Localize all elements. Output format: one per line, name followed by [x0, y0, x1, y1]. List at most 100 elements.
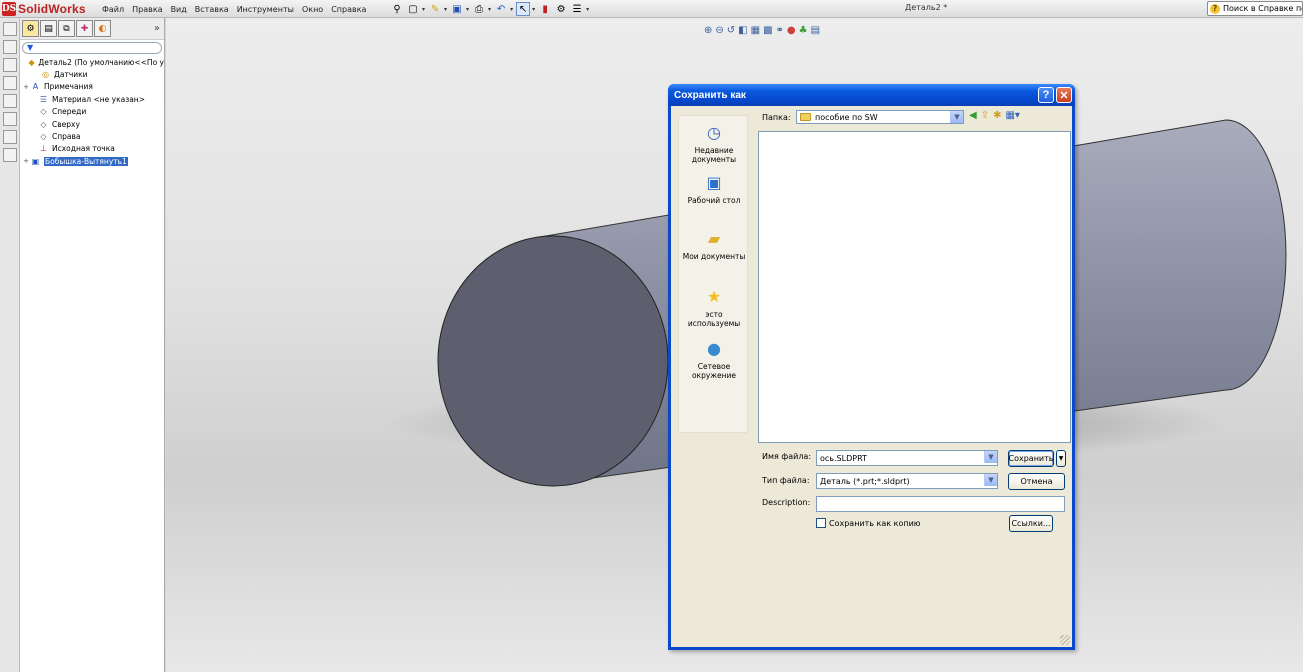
- print-icon[interactable]: ⎙: [472, 2, 486, 16]
- more-tabs-icon[interactable]: »: [154, 23, 160, 34]
- plane-icon: ◇: [40, 132, 47, 142]
- tree-item-label: Датчики: [54, 70, 88, 80]
- customize-dropdown-icon[interactable]: ▾: [586, 6, 589, 13]
- undo-icon[interactable]: ↶: [494, 2, 508, 16]
- chevron-down-icon[interactable]: ▼: [984, 474, 997, 486]
- resources-icon[interactable]: [3, 22, 17, 36]
- place-label: Рабочий стол: [687, 196, 741, 205]
- description-input[interactable]: [816, 496, 1065, 512]
- tree-item-label: Материал <не указан>: [52, 94, 145, 104]
- save-icon[interactable]: ▣: [450, 2, 464, 16]
- rebuild-icon[interactable]: ▮: [538, 2, 552, 16]
- view-menu-icon[interactable]: ▦▾: [1005, 110, 1019, 121]
- dialog-titlebar[interactable]: Сохранить как ? ✕: [668, 84, 1075, 106]
- tree-item-front-plane[interactable]: ◇ Спереди: [22, 106, 164, 118]
- new-dropdown-icon[interactable]: ▾: [422, 6, 425, 13]
- place-label: Недавние документы: [691, 146, 737, 164]
- save-button[interactable]: Сохранить: [1008, 450, 1054, 467]
- search-results-icon[interactable]: [3, 130, 17, 144]
- place-my-documents[interactable]: ▰ Мои документы: [679, 228, 749, 261]
- undo-dropdown-icon[interactable]: ▾: [510, 6, 513, 13]
- tree-item-annotations[interactable]: + A Примечания: [22, 81, 164, 93]
- customize-icon[interactable]: ☰: [570, 2, 584, 16]
- configuration-tab-icon[interactable]: ⧉: [58, 20, 75, 37]
- options-icon[interactable]: ⚙: [554, 2, 568, 16]
- pin-icon[interactable]: ⚲: [390, 2, 404, 16]
- tree-expander[interactable]: +: [22, 83, 30, 91]
- solidworks-logo[interactable]: DS SolidWorks: [2, 1, 86, 17]
- custom-properties-icon[interactable]: [3, 112, 17, 126]
- feature-manager: ⚙ ▤ ⧉ ✚ ◐ » ▼ ◆ Деталь2 (По умолчанию<<П…: [20, 18, 165, 672]
- menu-item-edit[interactable]: Правка: [132, 5, 162, 14]
- new-folder-icon[interactable]: ✱: [993, 110, 1001, 121]
- chevron-down-icon[interactable]: ▼: [950, 111, 963, 123]
- menu-item-file[interactable]: Файл: [102, 5, 124, 14]
- look-in-combobox[interactable]: пособие по SW ▼: [796, 110, 964, 124]
- dialog-body: ◷ Недавние документы ▣ Рабочий стол ▰ Мо…: [671, 106, 1072, 647]
- dimxpert-tab-icon[interactable]: ✚: [76, 20, 93, 37]
- open-folder-icon[interactable]: ✎: [428, 2, 442, 16]
- tree-expander[interactable]: +: [22, 157, 30, 165]
- filetype-label: Тип файла:: [762, 476, 810, 485]
- save-options-dropdown[interactable]: ▼: [1056, 450, 1066, 467]
- appearances-icon[interactable]: [3, 94, 17, 108]
- tree-item-part[interactable]: ◆ Деталь2 (По умолчанию<<По у: [22, 56, 164, 68]
- checkbox-box[interactable]: [816, 518, 826, 528]
- filename-input[interactable]: ось.SLDPRT ▼: [816, 450, 998, 466]
- save-as-copy-label: Сохранить как копию: [829, 518, 921, 528]
- help-search-input[interactable]: ? Поиск в Справке по: [1207, 1, 1303, 16]
- save-as-copy-checkbox[interactable]: Сохранить как копию: [816, 518, 921, 528]
- back-icon[interactable]: ◀: [969, 110, 977, 121]
- tree-item-label: Справа: [52, 132, 81, 142]
- display-manager-tab-icon[interactable]: ◐: [94, 20, 111, 37]
- tree-item-top-plane[interactable]: ◇ Сверху: [22, 118, 164, 130]
- tree-item-right-plane[interactable]: ◇ Справа: [22, 130, 164, 142]
- ds-logo-icon: DS: [1, 2, 17, 16]
- filetype-select[interactable]: Деталь (*.prt;*.sldprt) ▼: [816, 473, 998, 489]
- file-explorer-icon[interactable]: [3, 58, 17, 72]
- tree-item-sensors[interactable]: ◎ Датчики: [22, 68, 164, 80]
- place-favorites[interactable]: ★ эсто используемы: [679, 286, 749, 328]
- new-document-icon[interactable]: ▢: [406, 2, 420, 16]
- menu-item-insert[interactable]: Вставка: [195, 5, 229, 14]
- plane-icon: ◇: [40, 107, 47, 117]
- select-cursor-icon[interactable]: ↖: [516, 2, 531, 16]
- sensor-icon: ◎: [42, 70, 49, 80]
- select-dropdown-icon[interactable]: ▾: [532, 6, 535, 13]
- desktop-icon: ▣: [706, 173, 722, 192]
- close-button[interactable]: ✕: [1056, 87, 1072, 103]
- place-network[interactable]: ● Сетевое окружение: [679, 338, 749, 380]
- chevron-down-icon[interactable]: ▼: [984, 451, 997, 463]
- cancel-button[interactable]: Отмена: [1008, 473, 1065, 490]
- design-library-icon[interactable]: [3, 40, 17, 54]
- network-icon: ●: [707, 339, 721, 358]
- folder-icon: [800, 113, 811, 121]
- tree-item-boss-extrude[interactable]: + ▣ Бобышка-Вытянуть1: [22, 155, 164, 167]
- help-button[interactable]: ?: [1038, 87, 1054, 103]
- open-dropdown-icon[interactable]: ▾: [444, 6, 447, 13]
- menu-item-view[interactable]: Вид: [171, 5, 187, 14]
- place-recent-documents[interactable]: ◷ Недавние документы: [679, 122, 749, 164]
- feature-filter-input[interactable]: ▼: [22, 42, 162, 54]
- save-dropdown-icon[interactable]: ▾: [466, 6, 469, 13]
- tree-item-origin[interactable]: ⊥ Исходная точка: [22, 143, 164, 155]
- app-brand: SolidWorks: [18, 2, 86, 16]
- tree-item-material[interactable]: ☰ Материал <не указан>: [22, 93, 164, 105]
- view-palette-icon[interactable]: [3, 76, 17, 90]
- save-as-dialog: Сохранить как ? ✕ ◷ Недавние документы ▣…: [668, 84, 1075, 650]
- menu-item-tools[interactable]: Инструменты: [237, 5, 294, 14]
- menu-item-help[interactable]: Справка: [331, 5, 366, 14]
- dialog-nav-toolbar: ◀ ⇧ ✱ ▦▾: [969, 110, 1024, 121]
- resize-grip-icon[interactable]: [1060, 635, 1070, 645]
- menu-item-window[interactable]: Окно: [302, 5, 323, 14]
- up-folder-icon[interactable]: ⇧: [981, 110, 989, 121]
- references-button[interactable]: Ссылки...: [1009, 515, 1053, 532]
- property-manager-tab-icon[interactable]: ▤: [40, 20, 57, 37]
- toolbox-icon[interactable]: [3, 148, 17, 162]
- place-desktop[interactable]: ▣ Рабочий стол: [679, 172, 749, 205]
- print-dropdown-icon[interactable]: ▾: [488, 6, 491, 13]
- tree-item-label: Бобышка-Вытянуть1: [44, 156, 128, 166]
- feature-tree-tab-icon[interactable]: ⚙: [22, 20, 39, 37]
- feature-tree: ◆ Деталь2 (По умолчанию<<По у ◎ Датчики …: [20, 56, 164, 168]
- file-list[interactable]: [758, 131, 1071, 443]
